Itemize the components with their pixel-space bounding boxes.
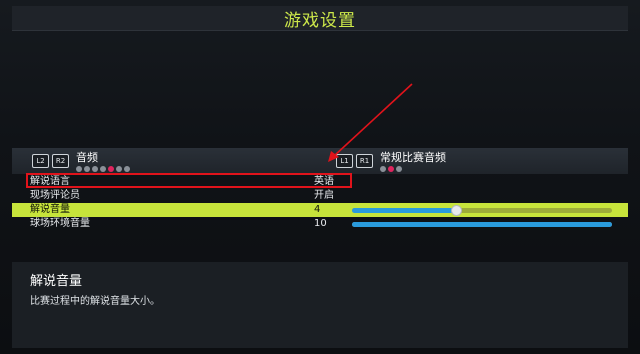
description-title: 解说音量 bbox=[30, 274, 83, 289]
active-page-dot bbox=[108, 166, 114, 172]
title-bar: 游戏设置 bbox=[12, 6, 628, 31]
subpage-indicator-dots bbox=[380, 166, 446, 172]
active-page-dot bbox=[388, 166, 394, 172]
page-dot bbox=[84, 166, 90, 172]
annotation-highlight-box bbox=[26, 173, 352, 188]
l2-button-icon: L2 bbox=[32, 154, 49, 168]
r1-button-icon: R1 bbox=[356, 154, 373, 168]
setting-label: 球场环境音量 bbox=[30, 218, 90, 229]
slider-knob[interactable] bbox=[451, 204, 462, 216]
setting-value: 4 bbox=[314, 204, 321, 215]
game-settings-screen: 游戏设置 L2 R2 音频 L1 R1 常规比赛音频 解说语言 英语 现场评论员 bbox=[0, 0, 640, 354]
setting-value: 10 bbox=[314, 218, 327, 229]
setting-live-commentator[interactable]: 现场评论员 开启 bbox=[12, 189, 628, 203]
page-dot bbox=[76, 166, 82, 172]
slider-fill bbox=[352, 207, 456, 213]
r2-button-icon: R2 bbox=[52, 154, 69, 168]
tab-match-audio[interactable]: L1 R1 常规比赛音频 bbox=[336, 151, 446, 172]
stadium-volume-slider[interactable] bbox=[352, 221, 612, 227]
tab-match-audio-label: 常规比赛音频 bbox=[380, 151, 446, 164]
page-indicator-dots bbox=[76, 166, 130, 172]
l1-button-icon: L1 bbox=[336, 154, 353, 168]
page-title: 游戏设置 bbox=[284, 10, 356, 31]
setting-commentary-volume[interactable]: 解说音量 4 bbox=[12, 203, 628, 217]
page-dot bbox=[92, 166, 98, 172]
setting-label: 现场评论员 bbox=[30, 190, 80, 201]
setting-label: 解说音量 bbox=[30, 204, 70, 215]
commentary-volume-slider[interactable] bbox=[352, 204, 612, 216]
description-text: 比赛过程中的解说音量大小。 bbox=[30, 296, 160, 307]
tabs-bar: L2 R2 音频 L1 R1 常规比赛音频 bbox=[12, 148, 628, 174]
page-dot bbox=[100, 166, 106, 172]
page-dot bbox=[380, 166, 386, 172]
tab-audio[interactable]: L2 R2 音频 bbox=[32, 151, 130, 172]
description-panel: 解说音量 比赛过程中的解说音量大小。 bbox=[12, 262, 628, 348]
page-dot bbox=[116, 166, 122, 172]
page-dot bbox=[396, 166, 402, 172]
page-dot bbox=[124, 166, 130, 172]
setting-value[interactable]: 开启 bbox=[314, 189, 334, 203]
setting-stadium-ambience-volume[interactable]: 球场环境音量 10 bbox=[12, 217, 628, 231]
slider-fill bbox=[352, 221, 612, 227]
tab-audio-label: 音频 bbox=[76, 151, 98, 164]
